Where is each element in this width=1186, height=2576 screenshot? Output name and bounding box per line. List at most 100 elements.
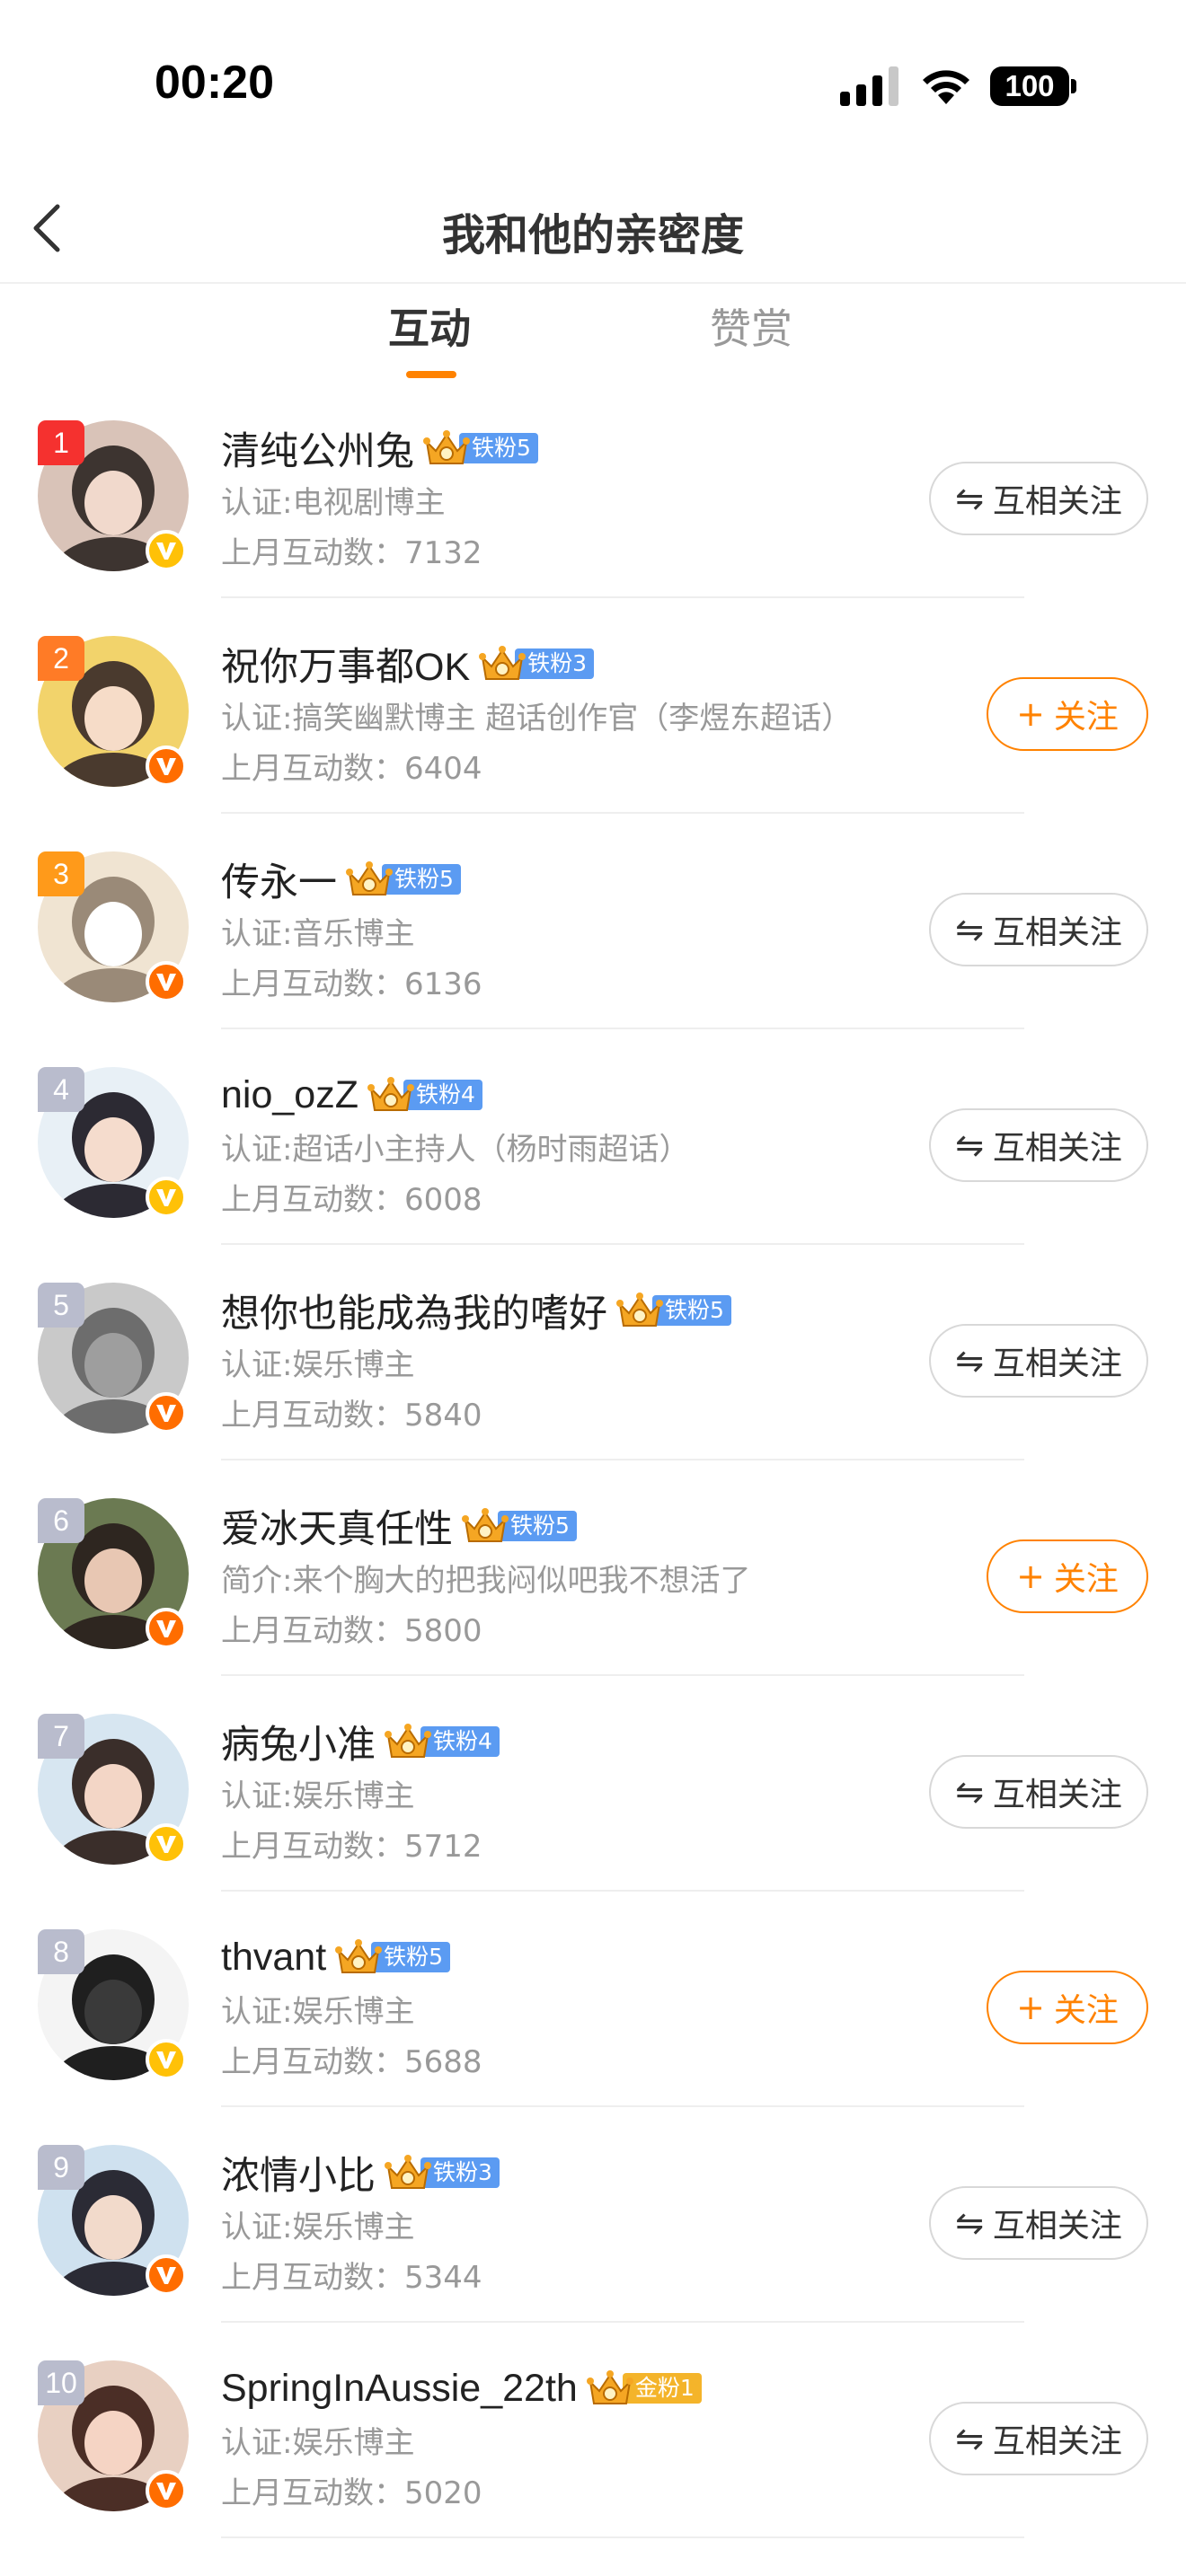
rank-badge: 8: [38, 1929, 84, 1974]
interaction-count: 上月互动数：6136: [221, 966, 482, 1002]
user-description: 认证:音乐博主: [221, 916, 415, 952]
interaction-count: 上月互动数：5800: [221, 1613, 482, 1649]
button-label: 关注: [1053, 1561, 1119, 1598]
mutual-follow-button[interactable]: ⇋ 互相关注: [929, 1755, 1148, 1829]
fan-badge: 铁粉5: [615, 1292, 731, 1328]
active-tab-indicator: [406, 371, 456, 378]
verified-badge-icon: [146, 961, 187, 1002]
list-item-2[interactable]: 2 祝你万事都OK 铁粉3 认证:搞笑幽默博主 超话创作官（李煜东超话） 上月互…: [0, 598, 1186, 814]
verified-badge-icon: [146, 1823, 187, 1865]
interaction-count: 上月互动数：5020: [221, 2475, 482, 2511]
user-description: 认证:娱乐博主: [221, 1347, 415, 1383]
fan-badge: 铁粉4: [366, 1077, 482, 1113]
user-name[interactable]: 浓情小比: [221, 2145, 376, 2201]
tab-bar: 互动 赞赏: [0, 284, 1186, 383]
follow-button[interactable]: + 关注: [987, 1971, 1148, 2044]
crown-icon: [335, 1939, 383, 1973]
tab-appreciation[interactable]: 赞赏: [710, 296, 792, 356]
button-label: 互相关注: [992, 2423, 1122, 2460]
fan-badge: 铁粉3: [383, 2155, 500, 2191]
rank-badge: 10: [38, 2360, 84, 2405]
user-description: 认证:娱乐博主: [221, 2425, 415, 2461]
interaction-count: 上月互动数：6404: [221, 751, 482, 787]
mutual-follow-button[interactable]: ⇋ 互相关注: [929, 2402, 1148, 2475]
user-name[interactable]: 祝你万事都OK: [221, 636, 470, 692]
fan-badge: 铁粉5: [421, 430, 538, 466]
user-description: 认证:搞笑幽默博主 超话创作官（李煜东超话）: [221, 701, 853, 737]
button-label: 互相关注: [992, 914, 1122, 951]
follow-button[interactable]: + 关注: [987, 677, 1148, 751]
verified-badge-icon: [146, 2254, 187, 2296]
wifi-icon: [923, 70, 969, 104]
crown-icon: [346, 861, 393, 895]
mutual-arrows-icon: ⇋: [955, 1125, 984, 1165]
mutual-follow-button[interactable]: ⇋ 互相关注: [929, 1324, 1148, 1398]
battery-icon: 100: [990, 66, 1076, 106]
status-time: 00:20: [155, 57, 274, 109]
user-name[interactable]: nio_ozZ: [221, 1073, 358, 1117]
button-label: 关注: [1053, 699, 1119, 736]
list-item-10[interactable]: 10 SpringInAussie_22th 金粉1 认证:娱乐博主 上月互动数…: [0, 2323, 1186, 2538]
list-item-4[interactable]: 4 nio_ozZ 铁粉4 认证:超话小主持人（杨时雨超话） 上月互动数：600…: [0, 1029, 1186, 1245]
tab-interaction[interactable]: 互动: [388, 296, 471, 356]
button-label: 互相关注: [992, 1777, 1122, 1813]
verified-badge-icon: [146, 1392, 187, 1434]
verified-badge-icon: [146, 2470, 187, 2511]
rank-badge: 3: [38, 851, 84, 896]
list-item-9[interactable]: 9 浓情小比 铁粉3 认证:娱乐博主 上月互动数：5344 ⇋ 互相关注: [0, 2107, 1186, 2323]
user-description: 认证:娱乐博主: [221, 1994, 415, 2030]
user-name[interactable]: SpringInAussie_22th: [221, 2367, 578, 2411]
mutual-arrows-icon: ⇋: [955, 1341, 984, 1381]
button-label: 互相关注: [992, 1345, 1122, 1382]
crown-icon: [462, 1508, 509, 1542]
fan-badge: 金粉1: [585, 2370, 702, 2406]
verified-badge-icon: [146, 1608, 187, 1649]
user-name[interactable]: 病兔小准: [221, 1714, 376, 1769]
verified-badge-icon: [146, 530, 187, 571]
user-list: 1 清纯公州兔 铁粉5 认证:电视剧博主 上月互动数：7132 ⇋ 互相关注 2…: [0, 383, 1186, 2538]
list-item-3[interactable]: 3 传永一 铁粉5 认证:音乐博主 上月互动数：6136 ⇋ 互相关注: [0, 814, 1186, 1029]
interaction-count: 上月互动数：6008: [221, 1182, 482, 1218]
battery-level: 100: [990, 66, 1069, 106]
verified-badge-icon: [146, 745, 187, 787]
user-description: 简介:来个胸大的把我闷似吧我不想活了: [221, 1563, 751, 1599]
user-name[interactable]: 爱冰天真任性: [221, 1498, 453, 1554]
user-description: 认证:电视剧博主: [221, 485, 446, 521]
cellular-signal-icon: [840, 66, 898, 106]
button-label: 互相关注: [992, 483, 1122, 520]
mutual-follow-button[interactable]: ⇋ 互相关注: [929, 893, 1148, 966]
mutual-follow-button[interactable]: ⇋ 互相关注: [929, 462, 1148, 535]
list-item-7[interactable]: 7 病兔小准 铁粉4 认证:娱乐博主 上月互动数：5712 ⇋ 互相关注: [0, 1676, 1186, 1892]
user-name[interactable]: 传永一: [221, 851, 337, 907]
page-title: 我和他的亲密度: [441, 210, 744, 260]
crown-icon: [479, 646, 527, 680]
crown-icon: [385, 1724, 431, 1758]
mutual-follow-button[interactable]: ⇋ 互相关注: [929, 2186, 1148, 2260]
mutual-follow-button[interactable]: ⇋ 互相关注: [929, 1108, 1148, 1182]
nav-bar: 我和他的亲密度: [0, 171, 1186, 284]
list-item-8[interactable]: 8 thvant 铁粉5 认证:娱乐博主 上月互动数：5688 + 关注: [0, 1892, 1186, 2107]
user-description: 认证:超话小主持人（杨时雨超话）: [221, 1132, 690, 1168]
plus-icon: +: [1016, 1988, 1045, 2027]
mutual-arrows-icon: ⇋: [955, 2203, 984, 2243]
rank-badge: 1: [38, 420, 84, 465]
interaction-count: 上月互动数：5840: [221, 1398, 482, 1434]
status-bar: 00:20 100: [0, 0, 1186, 171]
list-item-6[interactable]: 6 爱冰天真任性 铁粉5 简介:来个胸大的把我闷似吧我不想活了 上月互动数：58…: [0, 1460, 1186, 1676]
button-label: 关注: [1053, 1992, 1119, 2029]
fan-badge: 铁粉4: [383, 1724, 500, 1760]
list-item-5[interactable]: 5 想你也能成為我的嗜好 铁粉5 认证:娱乐博主 上月互动数：5840 ⇋ 互相…: [0, 1245, 1186, 1460]
list-item-1[interactable]: 1 清纯公州兔 铁粉5 认证:电视剧博主 上月互动数：7132 ⇋ 互相关注: [0, 383, 1186, 598]
follow-button[interactable]: + 关注: [987, 1539, 1148, 1613]
user-description: 认证:娱乐博主: [221, 2210, 415, 2245]
fan-badge: 铁粉5: [344, 861, 461, 897]
user-name[interactable]: 想你也能成為我的嗜好: [221, 1283, 607, 1338]
button-label: 互相关注: [992, 2208, 1122, 2245]
user-name[interactable]: 清纯公州兔: [221, 420, 414, 476]
rank-badge: 2: [38, 636, 84, 681]
verified-badge-icon: [146, 2039, 187, 2080]
interaction-count: 上月互动数：5688: [221, 2044, 482, 2080]
user-name[interactable]: thvant: [221, 1936, 326, 1980]
interaction-count: 上月互动数：5712: [221, 1829, 482, 1865]
plus-icon: +: [1016, 1557, 1045, 1596]
